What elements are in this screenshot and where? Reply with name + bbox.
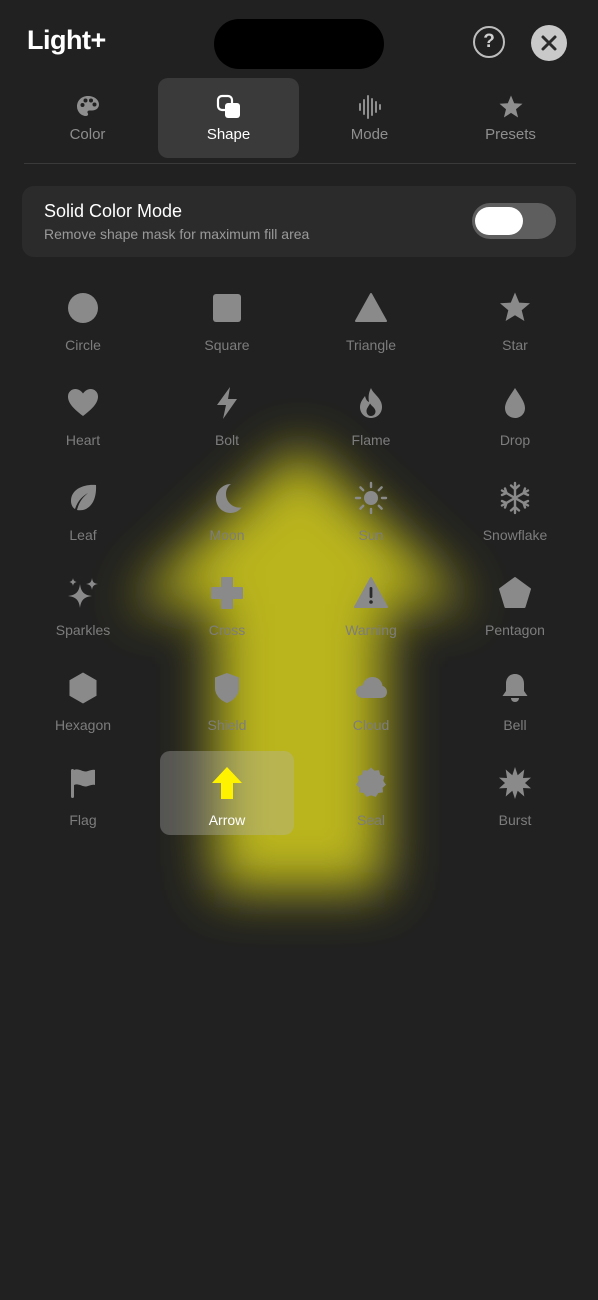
shape-label: Burst <box>498 812 532 828</box>
shape-label: Drop <box>499 432 531 448</box>
shape-heart[interactable]: Heart <box>11 372 155 467</box>
flame-icon <box>360 388 382 418</box>
tab-label: Presets <box>485 125 536 143</box>
shape-cloud[interactable]: Cloud <box>299 657 443 752</box>
app-title: Light+ <box>27 25 106 55</box>
shape-bell[interactable]: Bell <box>443 657 587 752</box>
shape-label: Flame <box>351 432 391 448</box>
drop-icon <box>505 388 525 418</box>
warning-icon <box>354 577 388 608</box>
divider <box>24 163 576 164</box>
shape-label: Square <box>204 337 250 353</box>
palette-icon <box>76 95 99 116</box>
square-icon <box>213 294 241 322</box>
shape-triangle[interactable]: Triangle <box>299 277 443 372</box>
shape-moon[interactable]: Moon <box>155 467 299 562</box>
shape-leaf[interactable]: Leaf <box>11 467 155 562</box>
shape-hexagon[interactable]: Hexagon <box>11 657 155 752</box>
shape-label: Bolt <box>214 432 240 448</box>
shape-snowflake[interactable]: Snowflake <box>443 467 587 562</box>
cross-icon <box>211 577 243 609</box>
shape-label: Cloud <box>352 717 390 733</box>
shape-label: Circle <box>65 337 101 353</box>
shape-label: Triangle <box>345 337 397 353</box>
shape-label: Pentagon <box>485 622 545 638</box>
shape-label: Warning <box>345 622 397 638</box>
shape-star[interactable]: Star <box>443 277 587 372</box>
shape-label: Sparkles <box>55 622 111 638</box>
shape-sparkles[interactable]: Sparkles <box>11 562 155 657</box>
shape-label: Leaf <box>69 527 97 543</box>
close-button[interactable] <box>531 25 567 61</box>
question-icon: ? <box>483 31 495 52</box>
arrow-up-icon <box>212 767 242 799</box>
shape-square[interactable]: Square <box>155 277 299 372</box>
tab-color[interactable]: Color <box>17 78 158 158</box>
cloud-icon <box>356 677 387 698</box>
moon-icon <box>216 484 242 513</box>
shape-label: Snowflake <box>482 527 548 543</box>
seal-icon <box>356 767 386 797</box>
tab-presets[interactable]: Presets <box>440 78 581 158</box>
shape-cross[interactable]: Cross <box>155 562 299 657</box>
heart-icon <box>68 389 98 416</box>
shape-label: Moon <box>209 527 245 543</box>
flag-icon <box>71 769 95 798</box>
shape-flag[interactable]: Flag <box>11 752 155 847</box>
circle-icon <box>68 293 98 323</box>
shape-label: Seal <box>356 812 386 828</box>
shape-label: Heart <box>65 432 101 448</box>
tab-label: Mode <box>350 125 389 143</box>
tab-bar: Color Shape Mode Presets <box>17 78 581 158</box>
shapes-icon <box>216 94 240 118</box>
shape-sun[interactable]: Sun <box>299 467 443 562</box>
shape-label: Sun <box>358 527 384 543</box>
shape-label: Flag <box>69 812 97 828</box>
shape-label: Shield <box>207 717 247 733</box>
toggle-knob <box>475 207 523 235</box>
shape-warning[interactable]: Warning <box>299 562 443 657</box>
pentagon-icon <box>499 577 531 608</box>
close-icon <box>541 35 557 51</box>
solid-color-mode-toggle[interactable] <box>472 203 556 239</box>
bell-icon <box>502 674 528 702</box>
shape-bolt[interactable]: Bolt <box>155 372 299 467</box>
star-icon <box>500 292 530 321</box>
shape-label: Arrow <box>208 812 246 828</box>
shape-pentagon[interactable]: Pentagon <box>443 562 587 657</box>
sparkles-icon <box>68 578 98 608</box>
tab-label: Color <box>69 125 106 143</box>
solid-color-mode-subtitle: Remove shape mask for maximum fill area <box>44 226 310 242</box>
shape-label: Bell <box>503 717 527 733</box>
snowflake-icon <box>500 481 530 515</box>
burst-icon <box>499 767 531 799</box>
hexagon-icon <box>69 672 97 704</box>
dynamic-island <box>214 19 384 69</box>
shape-arrow[interactable]: Arrow <box>155 752 299 847</box>
tab-shape[interactable]: Shape <box>158 78 299 158</box>
shield-icon <box>215 673 239 703</box>
help-button[interactable]: ? <box>473 26 505 58</box>
solid-color-mode-title: Solid Color Mode <box>44 201 183 221</box>
tab-mode[interactable]: Mode <box>299 78 440 158</box>
shape-shield[interactable]: Shield <box>155 657 299 752</box>
leaf-icon <box>71 484 97 511</box>
shape-seal[interactable]: Seal <box>299 752 443 847</box>
bolt-icon <box>217 387 237 419</box>
shape-burst[interactable]: Burst <box>443 752 587 847</box>
waveform-icon <box>358 94 381 119</box>
shape-label: Star <box>502 337 528 353</box>
shape-label: Hexagon <box>54 717 112 733</box>
solid-color-mode-card: Solid Color Mode Remove shape mask for m… <box>22 186 576 257</box>
tab-label: Shape <box>206 125 251 143</box>
shape-label: Cross <box>208 622 246 638</box>
shape-drop[interactable]: Drop <box>443 372 587 467</box>
sun-icon <box>354 481 388 515</box>
shape-circle[interactable]: Circle <box>11 277 155 372</box>
shape-flame[interactable]: Flame <box>299 372 443 467</box>
triangle-icon <box>355 293 387 322</box>
star-icon <box>499 95 522 117</box>
